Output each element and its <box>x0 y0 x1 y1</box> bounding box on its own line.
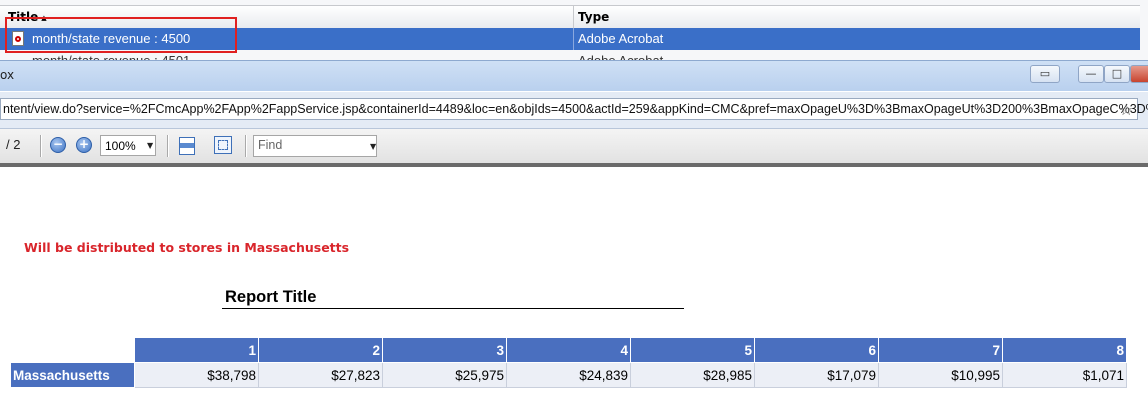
minimize-button[interactable]: — <box>1078 65 1104 83</box>
zoom-value: 100% <box>105 139 136 153</box>
bookmark-star-icon[interactable]: ☆ <box>1119 100 1133 119</box>
close-button[interactable] <box>1130 65 1148 83</box>
table-cell: $10,995 <box>878 362 1003 388</box>
title-underline <box>222 308 684 309</box>
zoom-select[interactable]: 100% ▼ <box>100 135 156 156</box>
row-type: Adobe Acrobat <box>578 31 664 46</box>
column-header-type[interactable]: Type <box>578 6 609 28</box>
chevron-down-icon[interactable]: ▼ <box>370 142 376 151</box>
table-corner-cell <box>10 337 135 363</box>
table-cell: $25,975 <box>382 362 507 388</box>
table-column-header: 1 <box>134 337 259 363</box>
address-bar: ntent/view.do?service=%2FCmcApp%2FApp%2F… <box>0 92 1148 129</box>
window-titlebar[interactable]: ox ▭ — □ <box>0 60 1148 91</box>
find-input[interactable] <box>254 136 362 154</box>
table-column-header: 8 <box>1002 337 1127 363</box>
pdf-toolbar: / 2 − + 100% ▼ ▼ <box>0 129 1148 164</box>
table-column-header: 4 <box>506 337 631 363</box>
table-column-header: 6 <box>754 337 879 363</box>
annotation-highlight-box <box>5 17 237 53</box>
toolbar-separator <box>245 135 247 157</box>
document-top-border <box>0 163 1148 167</box>
table-cell: $38,798 <box>134 362 259 388</box>
table-cell: $24,839 <box>506 362 631 388</box>
table-cell: $28,985 <box>630 362 755 388</box>
table-row-label: Massachusetts <box>10 362 135 388</box>
window-switch-button[interactable]: ▭ <box>1030 65 1060 83</box>
table-cell: $27,823 <box>258 362 383 388</box>
fit-page-icon[interactable] <box>214 136 232 154</box>
find-field[interactable]: ▼ <box>253 135 377 157</box>
url-field[interactable]: ntent/view.do?service=%2FCmcApp%2FApp%2F… <box>0 98 1148 120</box>
table-column-header: 7 <box>878 337 1003 363</box>
table-row: Massachusetts $38,798 $27,823 $25,975 $2… <box>10 362 1127 388</box>
window-title: ox <box>0 68 15 82</box>
table-header-row: 1 2 3 4 5 6 7 8 <box>10 337 1127 363</box>
zoom-in-icon[interactable]: + <box>76 137 92 153</box>
table-column-header: 5 <box>630 337 755 363</box>
table-column-header: 2 <box>258 337 383 363</box>
url-text: ntent/view.do?service=%2FCmcApp%2FApp%2F… <box>3 102 1148 116</box>
document-list: Title ▲ Type month/state revenue : 4500 A… <box>0 0 1148 65</box>
zoom-out-icon[interactable]: − <box>50 137 66 153</box>
toolbar-separator <box>40 135 42 157</box>
column-divider[interactable] <box>573 6 574 28</box>
column-divider <box>573 28 574 50</box>
table-cell: $1,071 <box>1002 362 1127 388</box>
report-title: Report Title <box>225 288 317 306</box>
table-cell: $17,079 <box>754 362 879 388</box>
fit-width-icon[interactable] <box>179 137 195 155</box>
toolbar-separator <box>167 135 169 157</box>
page-count: / 2 <box>6 137 21 152</box>
distribution-note: Will be distributed to stores in Massach… <box>24 240 350 255</box>
table-column-header: 3 <box>382 337 507 363</box>
maximize-button[interactable]: □ <box>1104 65 1130 83</box>
revenue-table: 1 2 3 4 5 6 7 8 Massachusetts $38,798 $2… <box>10 337 1127 388</box>
chevron-down-icon: ▼ <box>147 141 154 150</box>
